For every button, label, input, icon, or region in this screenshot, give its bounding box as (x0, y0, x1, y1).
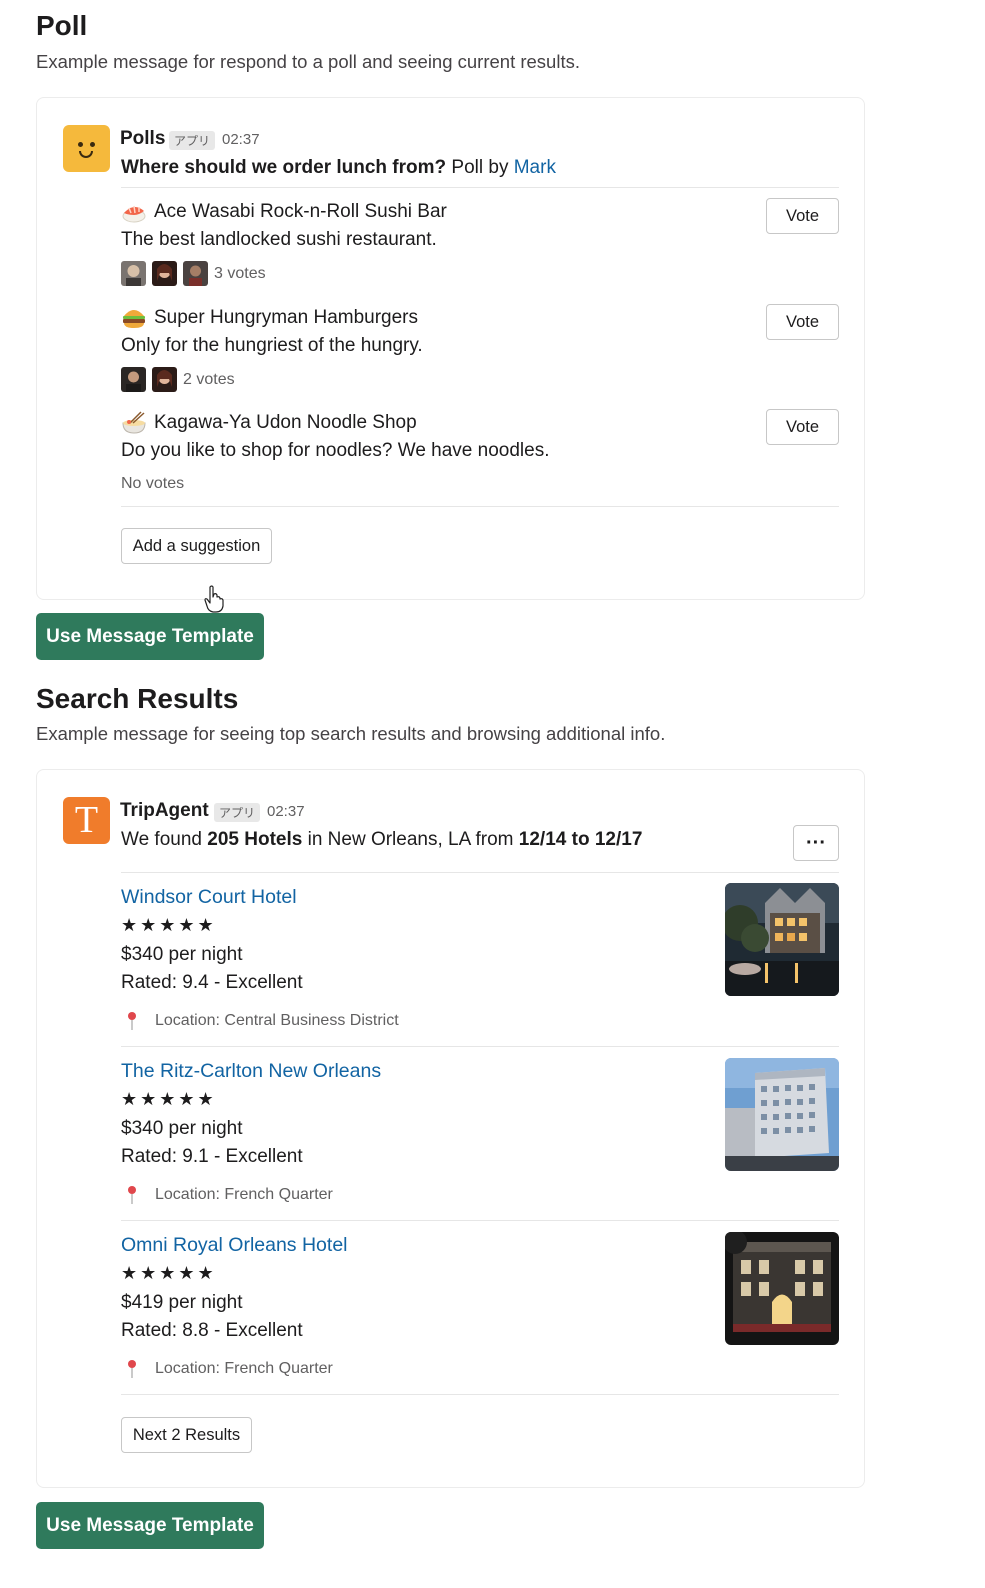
location-pin-icon (125, 1011, 139, 1031)
hotel-2-location-text: Location: French Quarter (155, 1186, 333, 1203)
vote-button-option-1[interactable]: Vote (766, 198, 839, 234)
hotel-3-name-link[interactable]: Omni Royal Orleans Hotel (121, 1234, 348, 1257)
summary-prefix: We found (121, 829, 202, 850)
poll-option-3-voters: No votes (121, 475, 184, 493)
hotel-3-stars: ★★★★★ (121, 1263, 217, 1283)
search-sender-name[interactable]: TripAgent (120, 800, 209, 822)
search-divider-2 (121, 1220, 839, 1221)
search-section-description: Example message for seeing top search re… (36, 723, 666, 744)
hand-cursor-icon (202, 585, 226, 613)
polls-app-avatar[interactable] (63, 125, 110, 172)
use-message-template-button-search[interactable]: Use Message Template (36, 1502, 264, 1549)
poll-option-1-votes: 3 votes (214, 264, 266, 282)
search-divider-3 (121, 1394, 839, 1395)
voter-avatar[interactable] (121, 261, 146, 286)
voter-avatar[interactable] (121, 367, 146, 392)
summary-count: 205 Hotels (207, 829, 303, 850)
hotel-2-price: $340 per night (121, 1118, 243, 1139)
hotel-1-location: Location: Central Business District (121, 1011, 399, 1031)
hotel-3-rating: Rated: 8.8 - Excellent (121, 1320, 303, 1341)
more-actions-button[interactable]: ··· (793, 825, 839, 861)
poll-divider-top (121, 187, 839, 188)
poll-option-3-votes: No votes (121, 475, 185, 492)
poll-divider-bottom (121, 506, 839, 507)
poll-by-label: Poll by (451, 157, 509, 178)
poll-option-2-title: Super Hungryman Hamburgers (121, 305, 418, 331)
poll-author-link[interactable]: Mark (514, 157, 556, 178)
hotel-3-thumbnail[interactable] (725, 1232, 839, 1345)
poll-question-line: Where should we order lunch from? Poll b… (121, 157, 556, 179)
hamburger-icon (121, 305, 147, 331)
poll-section-description: Example message for respond to a poll an… (36, 51, 580, 72)
vote-button-option-2[interactable]: Vote (766, 304, 839, 340)
location-pin-icon (125, 1359, 139, 1379)
hotel-1-location-text: Location: Central Business District (155, 1012, 399, 1029)
hotel-3-location-text: Location: French Quarter (155, 1360, 333, 1377)
next-results-button[interactable]: Next 2 Results (121, 1417, 252, 1453)
poll-option-3-name: Kagawa-Ya Udon Noodle Shop (154, 412, 417, 433)
hotel-1-name-link[interactable]: Windsor Court Hotel (121, 886, 297, 909)
poll-option-1-voters: 3 votes (121, 261, 266, 286)
hotel-2-thumbnail[interactable] (725, 1058, 839, 1171)
poll-option-1-description: The best landlocked sushi restaurant. (121, 229, 437, 250)
hotel-3-location: Location: French Quarter (121, 1359, 333, 1379)
hotel-3-price: $419 per night (121, 1292, 243, 1313)
hotel-1-thumbnail[interactable] (725, 883, 839, 996)
tripagent-app-avatar[interactable]: T (63, 797, 110, 844)
hotel-2-location: Location: French Quarter (121, 1185, 333, 1205)
poll-option-2-name: Super Hungryman Hamburgers (154, 307, 419, 328)
hotel-2-name-link[interactable]: The Ritz-Carlton New Orleans (121, 1060, 381, 1083)
hotel-2-rating: Rated: 9.1 - Excellent (121, 1146, 303, 1167)
noodle-icon (121, 410, 147, 436)
voter-avatar[interactable] (152, 261, 177, 286)
search-section-title: Search Results (36, 683, 239, 714)
poll-option-3-title: Kagawa-Ya Udon Noodle Shop (121, 410, 417, 436)
poll-option-2-description: Only for the hungriest of the hungry. (121, 335, 423, 356)
location-pin-icon (125, 1185, 139, 1205)
add-suggestion-button[interactable]: Add a suggestion (121, 528, 272, 564)
search-summary-line: We found 205 Hotels in New Orleans, LA f… (121, 829, 642, 851)
voter-avatar[interactable] (152, 367, 177, 392)
poll-option-1-title: Ace Wasabi Rock-n-Roll Sushi Bar (121, 199, 447, 225)
poll-app-badge: アプリ (169, 131, 216, 150)
poll-timestamp[interactable]: 02:37 (222, 131, 260, 148)
poll-option-1-name: Ace Wasabi Rock-n-Roll Sushi Bar (154, 201, 447, 222)
search-divider-0 (121, 872, 839, 873)
summary-dates: 12/14 to 12/17 (518, 829, 643, 850)
hotel-1-rating: Rated: 9.4 - Excellent (121, 972, 303, 993)
poll-question: Where should we order lunch from? (121, 157, 447, 178)
use-message-template-button-poll[interactable]: Use Message Template (36, 613, 264, 660)
poll-option-2-votes: 2 votes (183, 370, 235, 388)
vote-button-option-3[interactable]: Vote (766, 409, 839, 445)
summary-mid: in New Orleans, LA from (307, 829, 514, 850)
search-timestamp[interactable]: 02:37 (267, 803, 305, 820)
poll-section-title: Poll (36, 10, 88, 41)
sushi-icon (121, 199, 147, 225)
poll-option-2-voters: 2 votes (121, 367, 235, 392)
voter-avatar[interactable] (183, 261, 208, 286)
poll-option-3-description: Do you like to shop for noodles? We have… (121, 440, 550, 461)
poll-message-card: Polls アプリ 02:37 Where should we order lu… (36, 97, 865, 600)
search-app-badge: アプリ (214, 803, 261, 822)
poll-sender-name[interactable]: Polls (120, 128, 165, 150)
hotel-2-stars: ★★★★★ (121, 1089, 217, 1109)
search-message-card: T TripAgent アプリ 02:37 We found 205 Hotel… (36, 769, 865, 1488)
search-divider-1 (121, 1046, 839, 1047)
hotel-1-price: $340 per night (121, 944, 243, 965)
hotel-1-stars: ★★★★★ (121, 915, 217, 935)
